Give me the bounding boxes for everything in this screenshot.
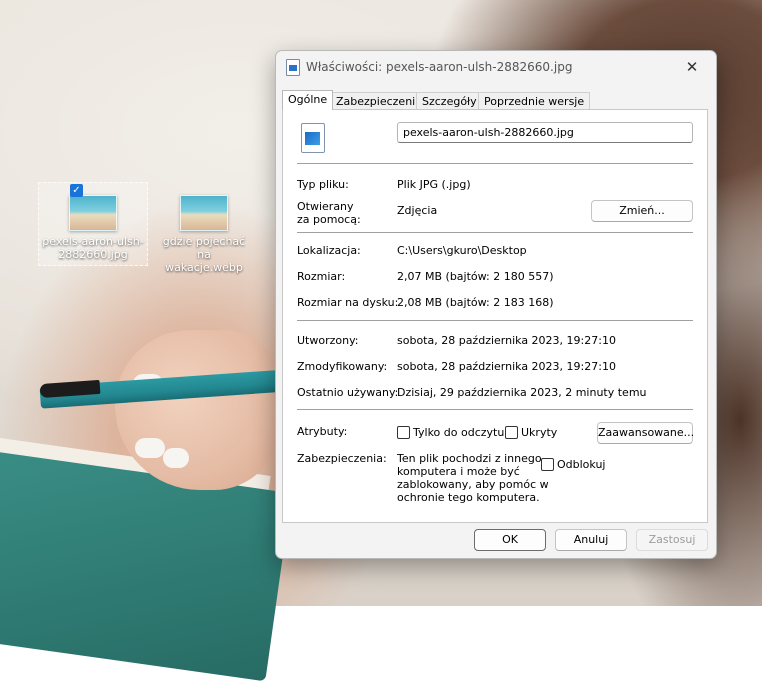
checkbox-icon[interactable]: ✓ [70,184,83,197]
opens-with-label: Otwierany [297,200,354,213]
change-button[interactable]: Zmień... [591,200,693,222]
separator [297,409,693,410]
desktop-icon-label: gdzie pojechać na wakacje.webp [162,235,246,274]
tab-previous-versions[interactable]: Poprzednie wersje [478,92,591,110]
readonly-label[interactable]: Tylko do odczytu [413,426,504,439]
desktop-icon-label: pexels-aaron-ulsh-2882660.jpg [42,235,144,261]
desktop-icon-jpg[interactable]: ✓ pexels-aaron-ulsh-2882660.jpg [38,182,148,266]
file-type-value: Plik JPG (.jpg) [397,178,471,191]
dialog-title: Właściwości: pexels-aaron-ulsh-2882660.j… [306,60,573,74]
size-on-disk-value: 2,08 MB (bajtów: 2 183 168) [397,296,554,309]
unblock-label[interactable]: Odblokuj [557,458,605,471]
apply-button[interactable]: Zastosuj [636,529,708,551]
file-type-label: Typ pliku: [297,178,349,191]
location-label: Lokalizacja: [297,244,361,257]
separator [297,163,693,164]
tab-security[interactable]: Zabezpieczenia [330,92,428,110]
created-label: Utworzony: [297,334,359,347]
security-text-line: Ten plik pochodzi z innego [397,452,542,465]
hidden-checkbox[interactable] [505,426,518,439]
security-text: Ten plik pochodzi z innego komputera i m… [397,452,549,504]
filename-input[interactable] [397,122,693,143]
security-text-line: ochronie tego komputera. [397,491,540,504]
ok-button[interactable]: OK [474,529,546,551]
cancel-button[interactable]: Anuluj [555,529,627,551]
readonly-checkbox[interactable] [397,426,410,439]
hidden-label[interactable]: Ukryty [521,426,557,439]
attributes-label: Atrybuty: [297,425,348,438]
modified-value: sobota, 28 października 2023, 19:27:10 [397,360,616,373]
size-on-disk-label: Rozmiar na dysku: [297,296,399,309]
opens-with-label: za pomocą: [297,213,361,226]
created-value: sobota, 28 października 2023, 19:27:10 [397,334,616,347]
general-panel: Typ pliku: Plik JPG (.jpg) Otwierany za … [282,109,708,523]
modified-label: Zmodyfikowany: [297,360,388,373]
tab-details[interactable]: Szczegóły [416,92,483,110]
title-bar[interactable]: Właściwości: pexels-aaron-ulsh-2882660.j… [276,51,716,83]
opens-with-value: Zdjęcia [397,204,438,217]
location-value: C:\Users\gkuro\Desktop [397,244,527,257]
properties-dialog: Właściwości: pexels-aaron-ulsh-2882660.j… [275,50,717,559]
hand [115,330,280,490]
close-icon[interactable]: ✕ [672,55,712,79]
desktop-icon-webp[interactable]: gdzie pojechać na wakacje.webp [150,183,258,274]
separator [297,232,693,233]
unblock-checkbox[interactable] [541,458,554,471]
security-text-line: komputera i może być [397,465,520,478]
size-value: 2,07 MB (bajtów: 2 180 557) [397,270,554,283]
fingernail [163,448,189,468]
size-label: Rozmiar: [297,270,346,283]
accessed-value: Dzisiaj, 29 października 2023, 2 minuty … [397,386,647,399]
security-label: Zabezpieczenia: [297,452,387,465]
accessed-label: Ostatnio używany: [297,386,399,399]
file-icon [286,59,300,76]
fingernail [135,438,165,458]
tab-general[interactable]: Ogólne [282,90,334,110]
security-text-line: zablokowany, aby pomóc w [397,478,549,491]
advanced-button[interactable]: Zaawansowane... [597,422,694,444]
separator [297,320,693,321]
image-thumbnail-icon [69,195,117,231]
file-type-icon [301,123,325,153]
image-thumbnail-icon [180,195,228,231]
